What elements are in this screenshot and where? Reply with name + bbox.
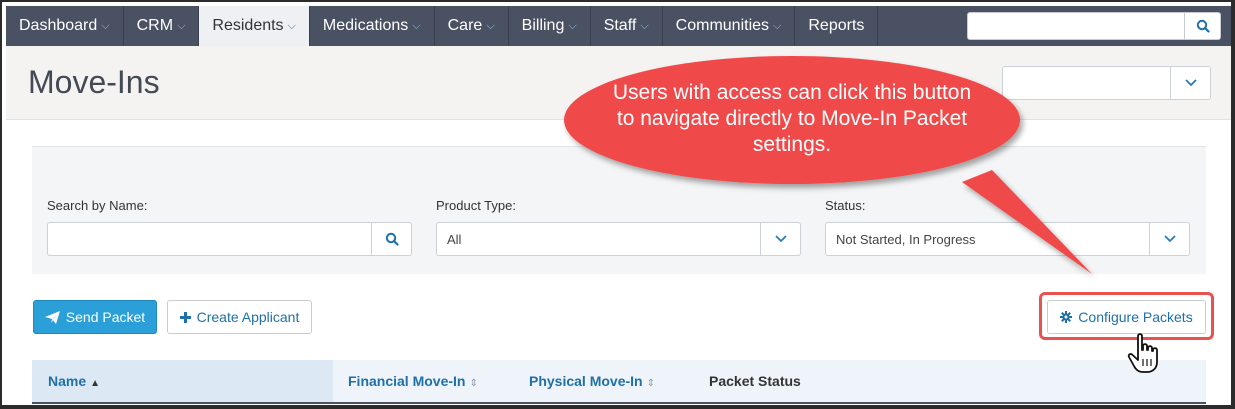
chevron-down-icon: ⌵ (287, 19, 296, 32)
search-name-label: Search by Name: (47, 198, 148, 213)
nav-item-label: Dashboard (19, 17, 98, 34)
nav-item-label: Residents (212, 17, 284, 34)
column-label: Physical Move-In (529, 373, 643, 389)
status-label: Status: (825, 198, 866, 213)
configure-packets-label: Configure Packets (1078, 309, 1193, 325)
product-type-select[interactable]: All (436, 222, 801, 256)
chevron-down-icon: ⌵ (773, 19, 782, 32)
sort-icon: ⇕ (646, 378, 655, 389)
send-packet-button[interactable]: Send Packet (33, 300, 157, 334)
nav-item-label: Care (447, 17, 483, 34)
nav-item-residents[interactable]: Residents ⌵ (199, 6, 310, 46)
gear-icon (1060, 311, 1073, 323)
sort-asc-icon: ▲︎ (90, 378, 101, 389)
nav-item-label: Medications (322, 17, 409, 34)
status-value: Not Started, In Progress (836, 231, 976, 247)
nav-item-label: Reports (808, 17, 865, 34)
global-search (967, 12, 1221, 40)
top-nav: Dashboard ⌵ CRM ⌵ Residents ⌵ Medications ⌵ … (6, 6, 1231, 46)
global-search-button[interactable] (1185, 12, 1221, 40)
chevron-down-icon (774, 235, 787, 243)
search-name-button[interactable] (371, 223, 411, 255)
app-window: Dashboard ⌵ CRM ⌵ Residents ⌵ Medications ⌵ … (0, 0, 1235, 409)
column-header-name[interactable]: Name ▲︎ (48, 373, 100, 389)
nav-item-staff[interactable]: Staff ⌵ (591, 6, 663, 46)
chevron-down-icon: ⌵ (640, 19, 649, 32)
chevron-down-icon: ⌵ (101, 19, 110, 32)
chevron-down-icon: ⌵ (412, 19, 421, 32)
product-type-label: Product Type: (436, 198, 516, 213)
nav-item-billing[interactable]: Billing ⌵ (509, 6, 591, 46)
column-header-physical-move-in[interactable]: Physical Move-In ⇕ (529, 373, 655, 389)
product-type-value: All (447, 231, 462, 247)
page-title: Move-Ins (28, 64, 160, 100)
status-select[interactable]: Not Started, In Progress (825, 222, 1190, 256)
create-applicant-button[interactable]: Create Applicant (167, 300, 312, 334)
move-ins-table-header: Name ▲︎ Financial Move-In ⇕ Physical Move-… (32, 360, 1206, 404)
community-select-toggle[interactable] (1170, 67, 1210, 99)
hand-cursor-icon (1127, 333, 1158, 373)
chevron-down-icon: ⌵ (177, 19, 186, 32)
filter-panel: Search by Name: Product Type: All Status… (32, 174, 1206, 274)
nav-item-label: CRM (136, 17, 174, 34)
sort-icon: ⇕ (469, 378, 478, 389)
column-label: Packet Status (709, 373, 801, 389)
chevron-down-icon (1184, 79, 1197, 87)
create-applicant-label: Create Applicant (196, 309, 300, 325)
plus-icon (179, 311, 191, 323)
search-icon (385, 232, 399, 246)
annotation-callout-text: Users with access can click this button … (612, 81, 972, 156)
chevron-down-icon (1163, 235, 1176, 243)
nav-item-dashboard[interactable]: Dashboard ⌵ (6, 6, 124, 46)
column-label: Name (48, 373, 87, 389)
chevron-down-icon: ⌵ (486, 19, 495, 32)
nav-item-label: Staff (603, 17, 637, 34)
nav-item-medications[interactable]: Medications ⌵ (310, 6, 435, 46)
community-select[interactable] (1002, 66, 1211, 100)
column-label: Financial Move-In (348, 373, 466, 389)
search-icon (1196, 19, 1210, 33)
paper-plane-icon (44, 310, 60, 324)
chevron-down-icon: ⌵ (568, 19, 577, 32)
nav-item-crm[interactable]: CRM ⌵ (124, 6, 200, 46)
global-search-input[interactable] (967, 12, 1185, 40)
column-header-financial-move-in[interactable]: Financial Move-In ⇕ (348, 373, 478, 389)
nav-item-label: Billing (521, 17, 565, 34)
product-type-toggle[interactable] (760, 223, 800, 255)
nav-item-care[interactable]: Care ⌵ (435, 6, 509, 46)
search-name-input[interactable] (47, 222, 412, 256)
send-packet-label: Send Packet (65, 309, 146, 325)
status-toggle[interactable] (1149, 223, 1189, 255)
configure-packets-button[interactable]: Configure Packets (1047, 300, 1206, 334)
column-header-packet-status: Packet Status (709, 373, 801, 389)
nav-item-reports[interactable]: Reports (795, 6, 879, 46)
nav-item-label: Communities (675, 17, 770, 34)
nav-item-communities[interactable]: Communities ⌵ (663, 6, 796, 46)
